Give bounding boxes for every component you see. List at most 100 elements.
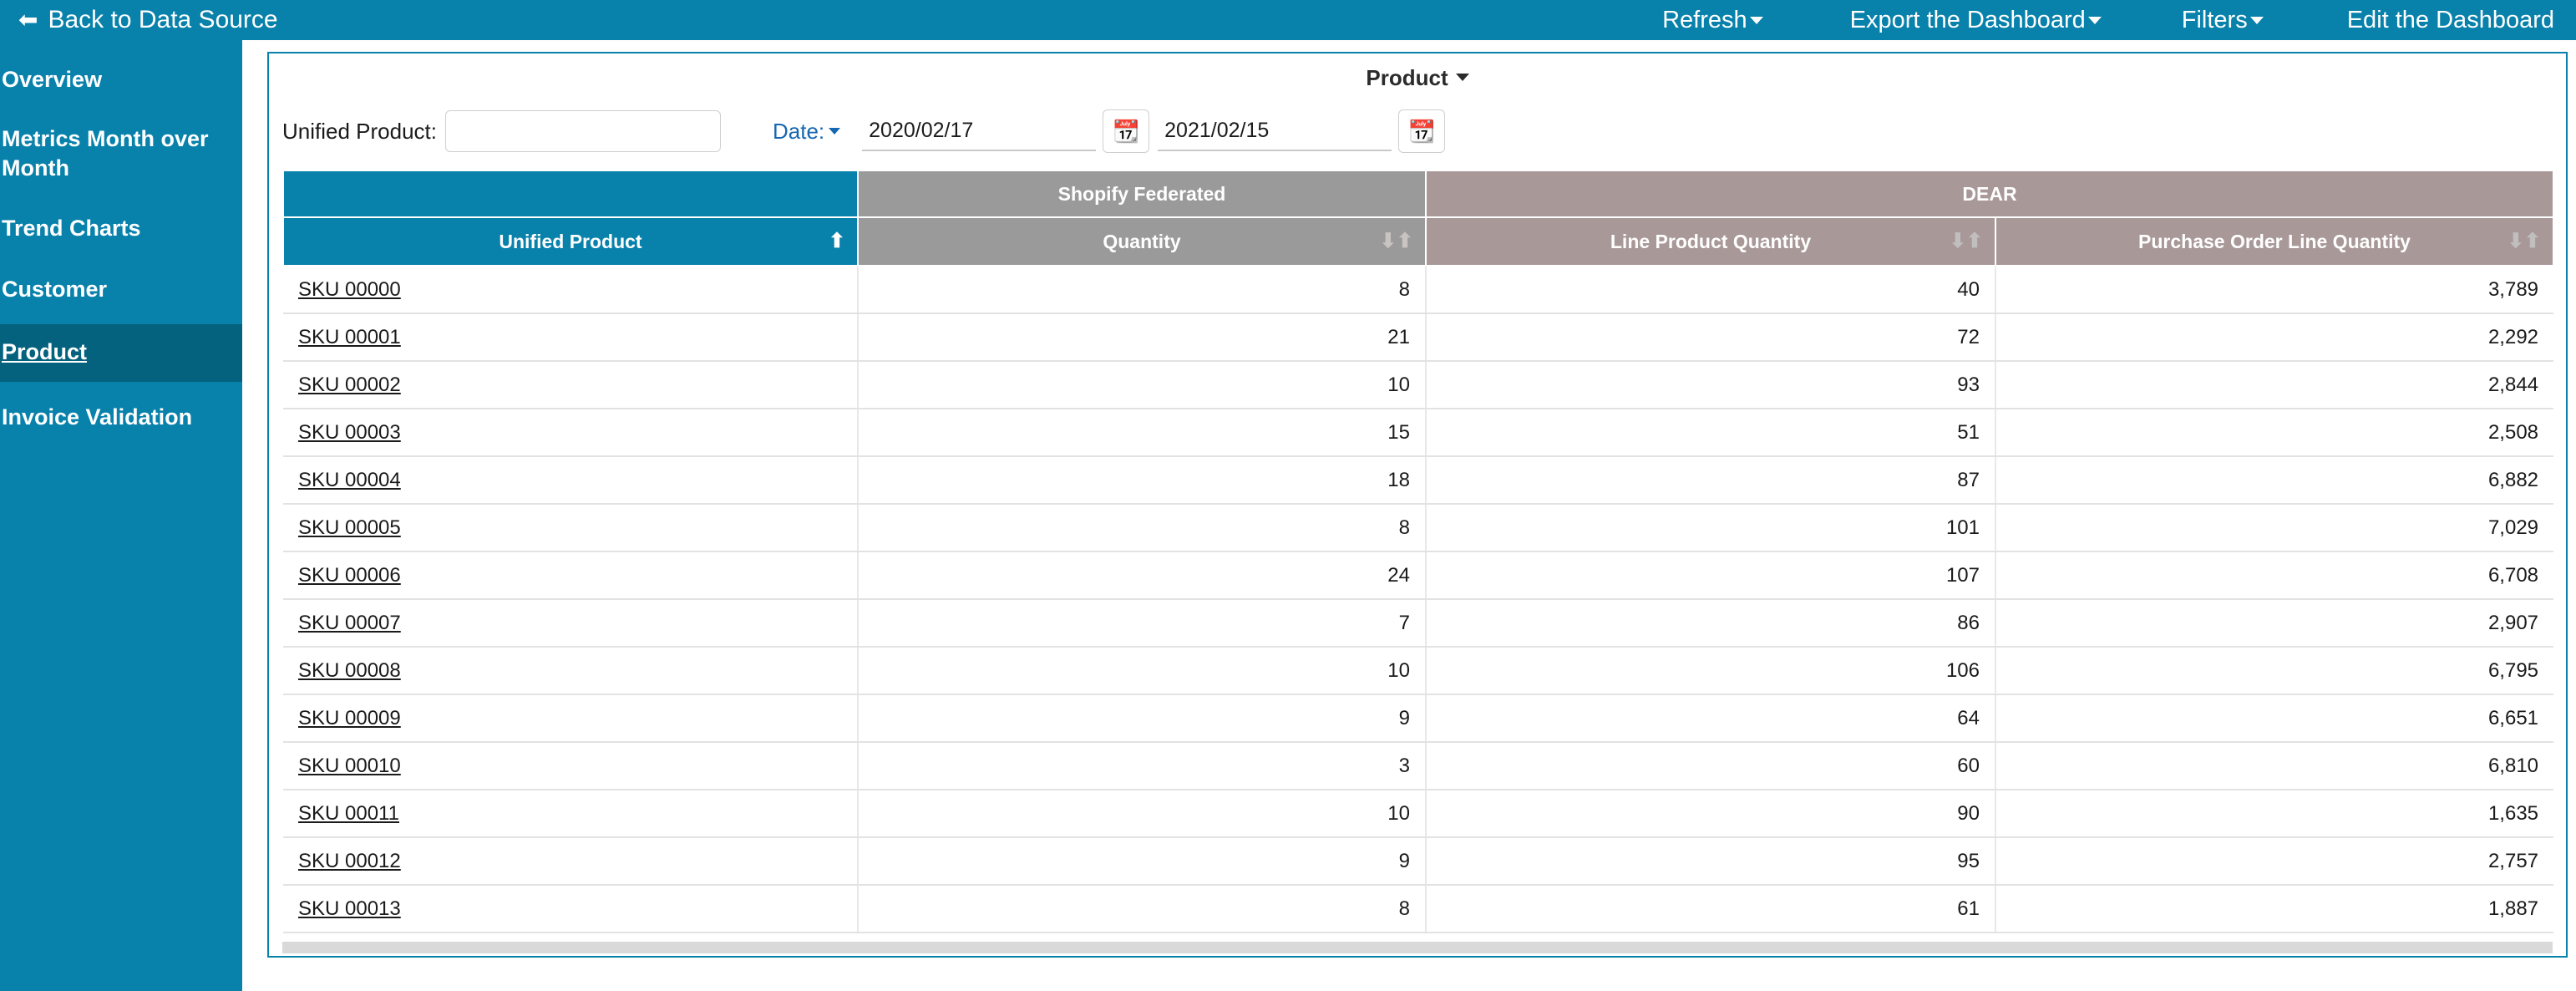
product-link[interactable]: SKU 00002 [298,374,401,396]
sort-toggle-icon: ⬇⬆ [1380,231,1413,252]
table-row: SKU 00006241076,708 [283,551,2553,599]
cell-quantity: 10 [858,790,1426,837]
table-row: SKU 0000418876,882 [283,456,2553,504]
cell-quantity: 10 [858,361,1426,409]
cell-purchase-order-line-quantity: 1,635 [1995,790,2553,837]
date-start-input[interactable] [862,111,1096,151]
sidebar-item-metrics-month-over-month[interactable]: Metrics Month over Month [2,116,242,192]
date-filter-dropdown[interactable]: Date: [773,119,840,145]
table-row: SKU 00012 9952,757 [283,837,2553,885]
cell-unified-product: SKU 00000 [283,266,858,313]
product-link[interactable]: SKU 00007 [298,612,401,634]
export-dashboard-label: Export the Dashboard [1850,7,2086,33]
cell-line-product-quantity: 90 [1426,790,1995,837]
cell-quantity: 9 [858,694,1426,742]
cell-quantity: 21 [858,313,1426,361]
column-header-label: Unified Product [297,231,844,253]
table-row: SKU 000099646,651 [283,694,2553,742]
cell-purchase-order-line-quantity: 1,887 [1995,885,2553,933]
table-column-header-row: Unified Product ⬆ Quantity ⬇⬆ Line Produ… [283,217,2553,266]
chevron-down-icon [829,128,840,135]
cell-unified-product: SKU 00005 [283,504,858,551]
cell-unified-product: SKU 00004 [283,456,858,504]
cell-line-product-quantity: 93 [1426,361,1995,409]
cell-unified-product: SKU 00006 [283,551,858,599]
export-dashboard-menu[interactable]: Export the Dashboard [1850,7,2102,34]
column-header-purchase-order-line-quantity[interactable]: Purchase Order Line Quantity ⬇⬆ [1995,217,2553,266]
sort-toggle-icon: ⬇⬆ [2508,231,2541,252]
product-link[interactable]: SKU 00005 [298,516,401,539]
cell-quantity: 8 [858,885,1426,933]
product-link[interactable]: SKU 00012 [298,850,401,872]
sidebar-item-label: Trend Charts [2,216,141,241]
chevron-down-icon [1456,74,1469,81]
sidebar-item-label: Product [2,339,87,364]
sort-ascending-icon: ⬆ [829,231,845,252]
group-header-blank [283,170,858,217]
cell-unified-product: SKU 00012 [283,837,858,885]
filters-menu[interactable]: Filters [2182,7,2264,34]
back-link-label: Back to Data Source [48,6,277,34]
sidebar-item-overview[interactable]: Overview [2,57,242,104]
group-header-dear: DEAR [1426,170,2553,217]
cell-quantity: 3 [858,742,1426,790]
refresh-menu[interactable]: Refresh [1662,7,1763,34]
sidebar-item-product[interactable]: Product [0,324,242,382]
sidebar-item-customer[interactable]: Customer [2,267,242,313]
date-end-calendar-button[interactable]: 📆 [1398,109,1445,153]
product-link[interactable]: SKU 00003 [298,421,401,444]
product-table-container: Shopify Federated DEAR Unified Product ⬆… [282,170,2553,933]
edit-dashboard-button[interactable]: Edit the Dashboard [2347,7,2554,34]
cell-unified-product: SKU 00001 [283,313,858,361]
date-start-calendar-button[interactable]: 📆 [1103,109,1149,153]
cell-quantity: 9 [858,837,1426,885]
unified-product-input[interactable] [445,110,721,152]
table-row: SKU 000103606,810 [283,742,2553,790]
cell-purchase-order-line-quantity: 2,757 [1995,837,2553,885]
product-link[interactable]: SKU 00010 [298,755,401,777]
dashboard-panel: Product Unified Product: Date: 📆 📆 Shopi… [267,52,2568,958]
cell-line-product-quantity: 95 [1426,837,1995,885]
column-header-line-product-quantity[interactable]: Line Product Quantity ⬇⬆ [1426,217,1995,266]
back-to-data-source-link[interactable]: ⬅ Back to Data Source [18,6,278,34]
column-header-label: Line Product Quantity [1440,231,1981,253]
sidebar-item-trend-charts[interactable]: Trend Charts [2,206,242,252]
edit-dashboard-label: Edit the Dashboard [2347,7,2554,33]
product-link[interactable]: SKU 00001 [298,326,401,348]
column-header-label: Purchase Order Line Quantity [2010,231,2539,253]
date-end-input[interactable] [1158,111,1392,151]
product-link[interactable]: SKU 00011 [298,802,399,825]
product-link[interactable]: SKU 00004 [298,469,401,491]
table-row: SKU 000008403,789 [283,266,2553,313]
group-header-shopify-federated: Shopify Federated [858,170,1426,217]
panel-title-dropdown[interactable]: Product [269,65,2566,91]
cell-quantity: 8 [858,266,1426,313]
column-header-quantity[interactable]: Quantity ⬇⬆ [858,217,1426,266]
product-table-body: SKU 000008403,789SKU 0000121722,292SKU 0… [283,266,2553,933]
cell-purchase-order-line-quantity: 6,795 [1995,647,2553,694]
cell-unified-product: SKU 00009 [283,694,858,742]
sidebar-item-label: Customer [2,277,107,302]
column-header-unified-product[interactable]: Unified Product ⬆ [283,217,858,266]
table-row: SKU 000077862,907 [283,599,2553,647]
cell-line-product-quantity: 86 [1426,599,1995,647]
cell-purchase-order-line-quantity: 7,029 [1995,504,2553,551]
product-link[interactable]: SKU 00008 [298,659,401,682]
sidebar-item-label: Metrics Month over Month [2,126,209,181]
cell-purchase-order-line-quantity: 2,292 [1995,313,2553,361]
cell-line-product-quantity: 87 [1426,456,1995,504]
product-table: Shopify Federated DEAR Unified Product ⬆… [282,170,2554,933]
cell-quantity: 10 [858,647,1426,694]
sidebar-item-label: Overview [2,67,102,92]
product-link[interactable]: SKU 00009 [298,707,401,729]
filter-bar: Unified Product: Date: 📆 📆 [269,109,2566,153]
page-title: Product [1366,65,1448,90]
sidebar-item-invoice-validation[interactable]: Invoice Validation [2,394,242,441]
product-link[interactable]: SKU 00006 [298,564,401,587]
cell-unified-product: SKU 00007 [283,599,858,647]
product-link[interactable]: SKU 00013 [298,897,401,920]
cell-quantity: 15 [858,409,1426,456]
cell-line-product-quantity: 51 [1426,409,1995,456]
product-link[interactable]: SKU 00000 [298,278,401,301]
horizontal-scrollbar[interactable] [282,942,2553,953]
